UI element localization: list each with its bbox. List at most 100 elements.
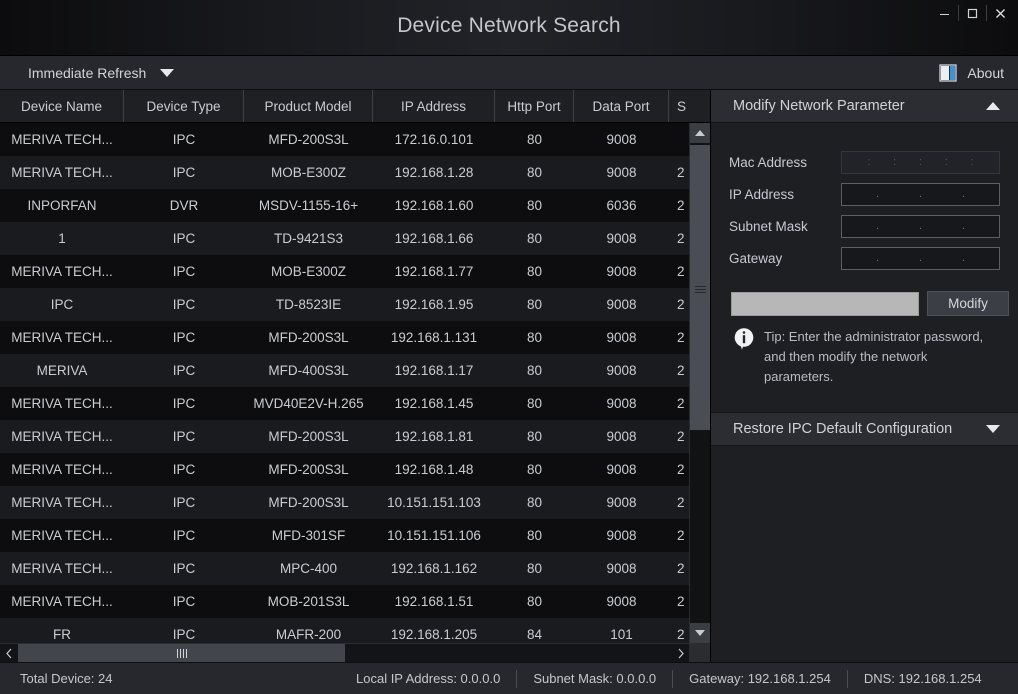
modify-network-parameter-header[interactable]: Modify Network Parameter [711,90,1018,123]
table-cell-device-type: IPC [172,132,196,147]
table-cell-data-port: 9008 [606,462,637,477]
gateway-field[interactable]: ... [841,247,1000,270]
scroll-up-button[interactable] [690,123,710,143]
table-row[interactable]: MERIVA TECH... IPC MPC-400 192.168.1.162 80 9… [0,552,710,585]
table-cell-device-name: MERIVA TECH... [11,594,113,609]
table-cell-device-type: IPC [172,528,196,543]
form-row: Subnet Mask... [729,215,1000,238]
table-cell-http-port: 80 [526,528,543,543]
table-cell-product-model: MFD-301SF [271,528,346,543]
horizontal-scrollbar[interactable] [0,643,710,662]
table-cell-http-port: 80 [526,264,543,279]
table-row[interactable]: MERIVA TECH... IPC MFD-200S3L 192.168.1.81 8… [0,420,710,453]
table-row[interactable]: MERIVA TECH... IPC MFD-200S3L 10.151.151.10… [0,486,710,519]
table-column-header[interactable]: Device Name [0,90,124,122]
table-row[interactable]: MERIVA IPC MFD-400S3L 192.168.1.17 80 9008 2 [0,354,710,387]
table-cell-http-port: 80 [526,429,543,444]
field-separator: . [918,220,923,232]
table-cell-device-type: IPC [172,165,196,180]
table-row[interactable]: 1 IPC TD-9421S3 192.168.1.66 80 9008 2 [0,222,710,255]
immediate-refresh-label: Immediate Refresh [28,64,147,81]
table-row[interactable]: MERIVA TECH... IPC MFD-301SF 10.151.151.106… [0,519,710,552]
table-cell-product-model: MSDV-1155-16+ [258,198,359,213]
scroll-left-button[interactable] [0,644,17,662]
table-cell-device-type: IPC [172,231,196,246]
table-cell-product-model: MFD-200S3L [268,495,349,510]
table-cell-device-name: MERIVA TECH... [11,132,113,147]
admin-password-input[interactable] [731,291,919,316]
table-row[interactable]: MERIVA TECH... IPC MVD40E2V-H.265 192.168.1… [0,387,710,420]
table-cell-ip-address: 10.151.151.106 [387,528,481,543]
table-cell-device-type: IPC [172,363,196,378]
table-cell-device-name: MERIVA TECH... [11,495,113,510]
table-row[interactable]: MERIVA TECH... IPC MFD-200S3L 172.16.0.101 8… [0,123,710,156]
modify-button[interactable]: Modify [927,291,1009,316]
table-column-header[interactable]: S [669,90,710,122]
ip-address-field[interactable]: ... [841,183,1000,206]
subnet-mask-field[interactable]: ... [841,215,1000,238]
scrollbar-grip-icon [176,648,187,658]
vertical-scrollbar[interactable] [689,123,710,643]
table-cell-http-port: 80 [526,165,543,180]
field-label: Gateway [729,251,783,266]
table-column-header[interactable]: Http Port [495,90,574,122]
table-row[interactable]: MERIVA TECH... IPC MFD-200S3L 192.168.1.131… [0,321,710,354]
table-column-header[interactable]: Device Type [124,90,244,122]
table-row[interactable]: MERIVA TECH... IPC MOB-E300Z 192.168.1.77 80… [0,255,710,288]
table-cell-data-port: 9008 [606,165,637,180]
scroll-right-button[interactable] [672,644,689,662]
table-cell-data-port: 6036 [606,198,637,213]
table-cell-data-port: 9008 [606,495,637,510]
table-cell-device-name: MERIVA [36,363,88,378]
table-cell-device-name: MERIVA TECH... [11,396,113,411]
password-action-row: Modify [729,291,1009,316]
close-button[interactable] [986,1,1014,25]
table-cell-http-port: 80 [526,396,543,411]
table-cell-device-name: INPORFAN [27,198,97,213]
table-column-header[interactable]: IP Address [373,90,495,122]
tip-row: Tip: Enter the administrator password, a… [729,327,1000,387]
table-column-header[interactable]: Product Model [244,90,373,122]
table-cell-device-name: MERIVA TECH... [11,528,113,543]
vertical-scrollbar-thumb[interactable] [690,145,710,430]
table-cell-device-type: IPC [172,462,196,477]
table-column-header[interactable]: Data Port [574,90,669,122]
table-cell-product-model: MFD-200S3L [268,132,349,147]
table-cell-data-port: 9008 [606,528,637,543]
table-row[interactable]: MERIVA TECH... IPC MFD-200S3L 192.168.1.48 8… [0,453,710,486]
scrollbar-corner [689,644,710,662]
restore-ipc-default-configuration-header[interactable]: Restore IPC Default Configuration [711,412,1018,446]
table-cell-ip-address: 192.168.1.205 [390,627,478,642]
status-bar: Total Device: 24 Local IP Address: 0.0.0… [0,662,1018,694]
device-table-body[interactable]: MERIVA TECH... IPC MFD-200S3L 172.16.0.101 8… [0,123,710,643]
minimize-button[interactable] [930,1,958,25]
about-book-icon [939,63,958,82]
panel-empty-area [711,446,1018,662]
scroll-down-button[interactable] [690,623,710,643]
field-separator: . [961,188,966,200]
table-row[interactable]: FR IPC MAFR-200 192.168.1.205 84 101 2 [0,618,710,643]
table-cell-ip-address: 172.16.0.101 [394,132,474,147]
maximize-button[interactable] [958,1,986,25]
table-cell-http-port: 80 [526,462,543,477]
about-button[interactable]: About [939,63,1004,82]
table-cell-ip-address: 192.168.1.95 [394,297,474,312]
table-cell-product-model: MFD-200S3L [268,462,349,477]
table-cell-product-model: MOB-201S3L [267,594,350,609]
table-cell-ip-address: 10.151.151.103 [387,495,481,510]
field-separator: : [944,156,948,168]
horizontal-scrollbar-thumb[interactable] [18,644,345,662]
table-row[interactable]: MERIVA TECH... IPC MOB-201S3L 192.168.1.51 8… [0,585,710,618]
immediate-refresh-dropdown[interactable]: Immediate Refresh [28,64,175,81]
table-cell-http-port: 80 [526,132,543,147]
table-row[interactable]: IPC IPC TD-8523IE 192.168.1.95 80 9008 2 [0,288,710,321]
table-row[interactable]: MERIVA TECH... IPC MOB-E300Z 192.168.1.28 80… [0,156,710,189]
field-separator: . [961,220,966,232]
table-cell-ip-address: 192.168.1.162 [390,561,478,576]
chevron-up-icon [986,102,1000,110]
table-row[interactable]: INPORFAN DVR MSDV-1155-16+ 192.168.1.60 80 60… [0,189,710,222]
table-cell-product-model: TD-9421S3 [273,231,344,246]
form-row: IP Address... [729,183,1000,206]
table-cell-device-type: DVR [169,198,199,213]
table-cell-ip-address: 192.168.1.48 [394,462,474,477]
